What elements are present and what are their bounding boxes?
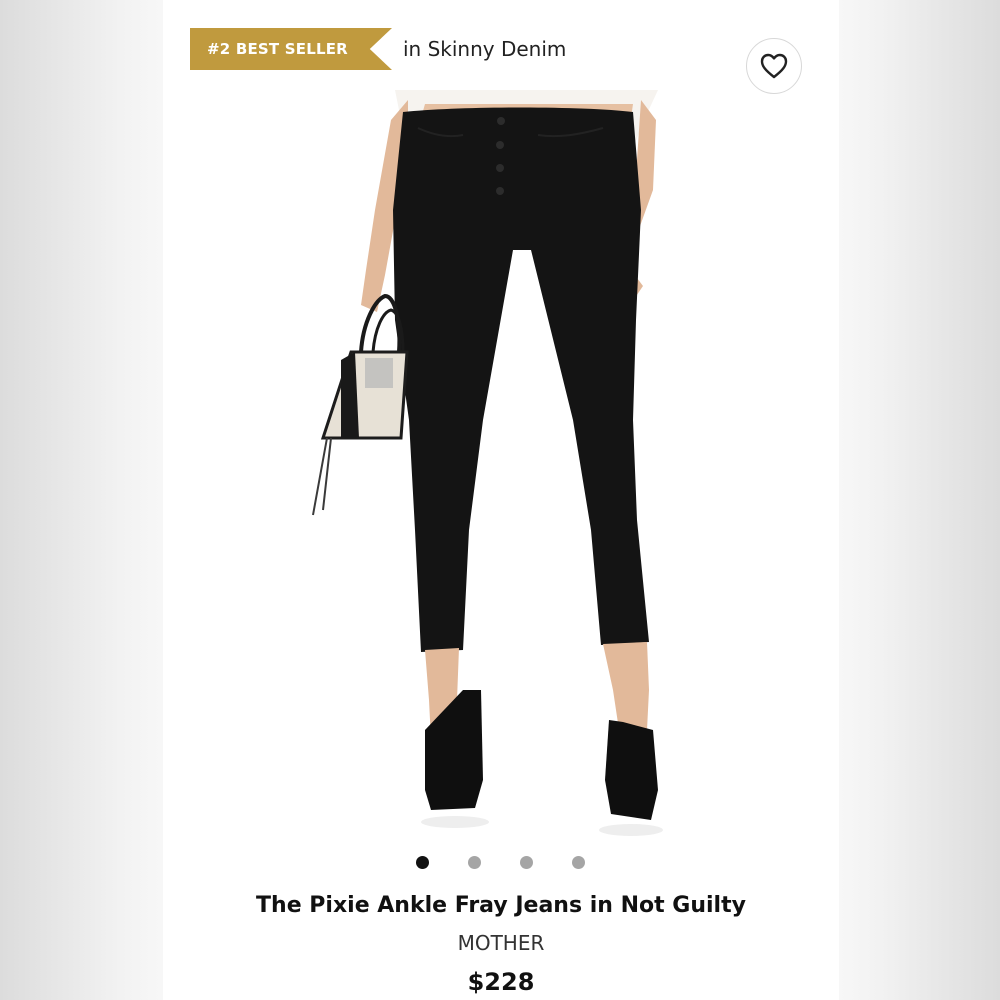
product-brand[interactable]: MOTHER: [163, 928, 839, 958]
best-seller-badge: #2 BEST SELLER: [190, 28, 392, 70]
category-link[interactable]: in Skinny Denim: [403, 34, 566, 64]
product-card: #2 BEST SELLER in Skinny Denim The Pixie…: [163, 0, 839, 1000]
carousel-dot-1[interactable]: [416, 856, 429, 869]
product-price: $228: [467, 968, 535, 996]
model-handbag: [312, 293, 409, 516]
product-image[interactable]: [163, 90, 839, 840]
image-carousel-dots: [163, 855, 839, 871]
carousel-dot-3[interactable]: [520, 856, 533, 869]
carousel-dot-4[interactable]: [572, 856, 585, 869]
model-jeans: [393, 107, 649, 652]
heart-outline-icon: [760, 53, 788, 79]
model-right-shoe: [605, 720, 658, 820]
product-title[interactable]: The Pixie Ankle Fray Jeans in Not Guilty: [163, 890, 839, 922]
favorite-button[interactable]: [746, 38, 802, 94]
carousel-dot-2[interactable]: [468, 856, 481, 869]
